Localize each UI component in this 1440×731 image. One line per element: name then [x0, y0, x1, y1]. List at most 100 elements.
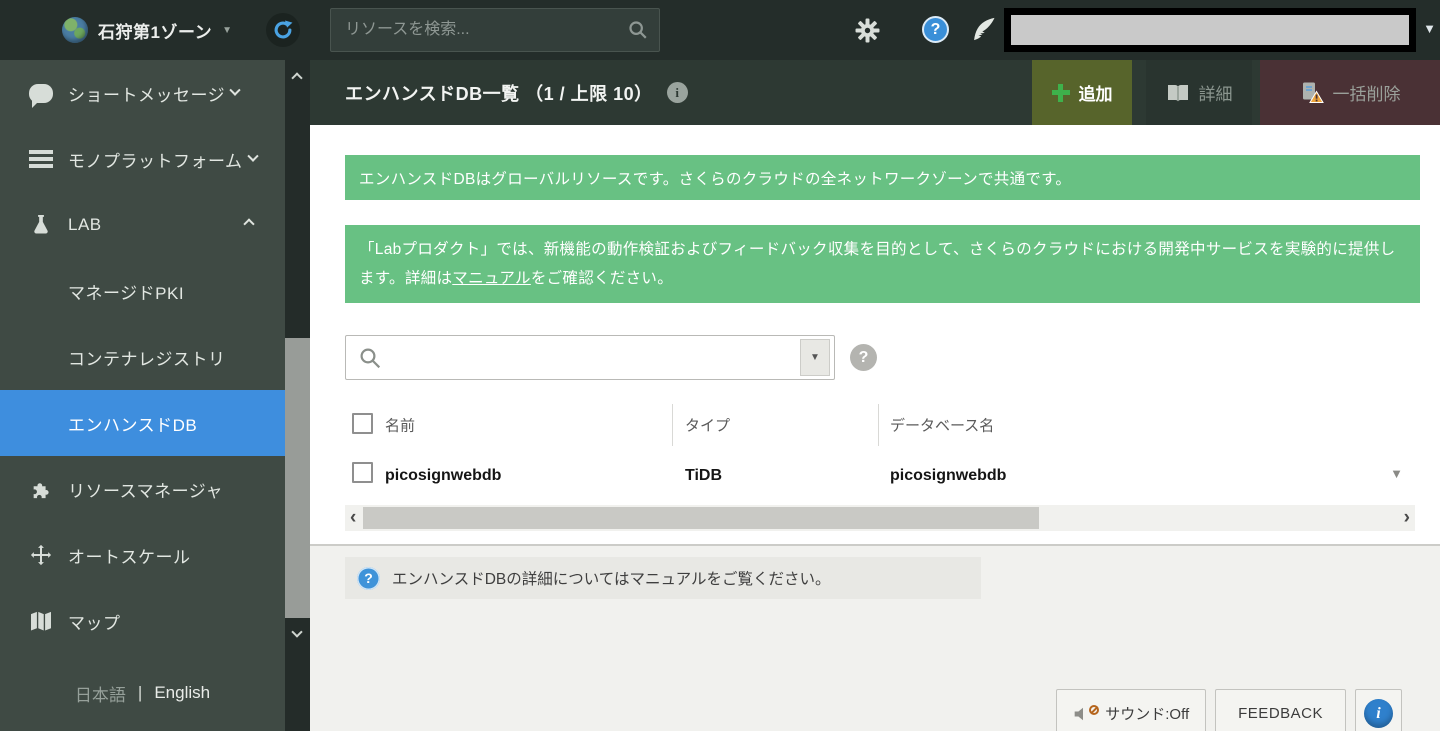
- detail-button[interactable]: 詳細: [1146, 60, 1252, 125]
- map-icon: [28, 611, 54, 631]
- puzzle-icon: [28, 478, 54, 500]
- sidebar-item-label: エンハンスドDB: [68, 411, 197, 436]
- main-content: エンハンスドDBはグローバルリソースです。さくらのクラウドの全ネットワークゾーン…: [310, 125, 1440, 731]
- question-glyph: ?: [931, 21, 941, 39]
- column-header-name: 名前: [385, 415, 415, 436]
- zone-selector[interactable]: 石狩第1ゾーン ▼: [62, 0, 232, 60]
- header-buttons: 追加 詳細 一括削除: [1032, 60, 1440, 125]
- chat-icon: [28, 84, 54, 103]
- sidebar-item-enhanced-db[interactable]: エンハンスドDB: [0, 390, 285, 456]
- help-icon: ?: [357, 567, 380, 590]
- cell-dbname: picosignwebdb: [890, 467, 1006, 485]
- sidebar-item-map[interactable]: マップ: [0, 588, 285, 654]
- row-checkbox[interactable]: [352, 462, 373, 483]
- flask-icon: [28, 214, 54, 236]
- refresh-button[interactable]: [266, 13, 300, 47]
- search-icon: [627, 19, 649, 41]
- filter-help-icon[interactable]: ?: [850, 344, 877, 371]
- sound-button-label: サウンド:Off: [1105, 703, 1189, 724]
- topbar: 石狩第1ゾーン ▼ ? ▼: [0, 0, 1440, 60]
- book-icon: [1166, 83, 1190, 103]
- scroll-left-icon[interactable]: ‹: [350, 506, 356, 530]
- select-all-checkbox[interactable]: [352, 413, 373, 434]
- table-header: 名前 タイプ データベース名: [345, 400, 1415, 450]
- sound-toggle-button[interactable]: サウンド:Off: [1056, 689, 1206, 731]
- detail-button-label: 詳細: [1199, 80, 1233, 105]
- page-title: エンハンスドDB一覧 （1 / 上限 10）: [345, 80, 653, 106]
- account-menu-caret[interactable]: ▼: [1423, 21, 1436, 36]
- question-glyph: ?: [364, 570, 373, 586]
- filter-dropdown-button[interactable]: ▼: [800, 339, 830, 376]
- refresh-icon: [272, 19, 294, 41]
- add-button[interactable]: 追加: [1032, 60, 1132, 125]
- globe-icon: [62, 17, 88, 43]
- sidebar-item-lab[interactable]: LAB: [0, 192, 285, 258]
- sidebar-item-container-registry[interactable]: コンテナレジストリ: [0, 324, 285, 390]
- list-filter-box: ▼: [345, 335, 835, 380]
- language-switcher: 日本語 | English: [0, 668, 285, 718]
- chevron-down-icon: [230, 85, 241, 96]
- sidebar-item-short-message[interactable]: ショートメッセージ: [0, 60, 285, 126]
- account-box-redacted[interactable]: [1004, 8, 1416, 52]
- help-icon[interactable]: ?: [922, 16, 949, 43]
- sidebar-item-label: コンテナレジストリ: [68, 345, 226, 370]
- sidebar-item-label: LAB: [68, 215, 102, 235]
- list-filter-input[interactable]: [386, 336, 786, 379]
- sidebar-item-autoscale[interactable]: オートスケール: [0, 522, 285, 588]
- move-arrows-icon: [28, 544, 54, 566]
- horizontal-scrollbar-thumb[interactable]: [363, 507, 1039, 529]
- global-resource-notice: エンハンスドDBはグローバルリソースです。さくらのクラウドの全ネットワークゾーン…: [345, 155, 1420, 200]
- info-button[interactable]: i: [1355, 689, 1402, 731]
- sidebar-item-label: オートスケール: [68, 543, 191, 568]
- scroll-up-icon[interactable]: [291, 72, 302, 83]
- notice-text: エンハンスドDBはグローバルリソースです。さくらのクラウドの全ネットワークゾーン…: [359, 167, 1071, 189]
- resource-search-input[interactable]: [331, 9, 659, 51]
- column-header-dbname: データベース名: [890, 415, 994, 436]
- manual-note: ? エンハンスドDBの詳細についてはマニュアルをご覧ください。: [345, 557, 981, 599]
- manual-link[interactable]: マニュアル: [452, 270, 531, 287]
- resource-search: [330, 8, 660, 52]
- sidebar-item-label: モノプラットフォーム: [68, 147, 243, 172]
- scroll-right-icon[interactable]: ›: [1404, 506, 1410, 530]
- speaker-muted-icon: [1073, 704, 1097, 724]
- sidebar-item-label: ショートメッセージ: [68, 81, 225, 106]
- question-glyph: ?: [859, 349, 869, 367]
- caret-down-icon: ▼: [810, 352, 820, 363]
- chevron-down-icon: [247, 151, 258, 162]
- sidebar-item-label: リソースマネージャ: [68, 477, 223, 502]
- sidebar-item-label: マネージドPKI: [68, 279, 184, 304]
- sidebar-item-managed-pki[interactable]: マネージドPKI: [0, 258, 285, 324]
- sidebar-scrollbar[interactable]: [285, 60, 310, 731]
- sidebar-item-label: マップ: [68, 609, 121, 634]
- horizontal-scrollbar[interactable]: ‹ ›: [345, 505, 1415, 531]
- sidebar: ショートメッセージ モノプラットフォーム LAB マネージドPKI コンテナレジ…: [0, 60, 285, 731]
- lab-product-notice: 「Labプロダクト」では、新機能の動作検証およびフィードバック収集を目的として、…: [345, 225, 1420, 303]
- notice-text: をご確認ください。: [531, 270, 673, 287]
- row-actions-caret[interactable]: ▼: [1390, 466, 1403, 481]
- column-divider: [672, 404, 673, 446]
- sidebar-item-mono-platform[interactable]: モノプラットフォーム: [0, 126, 285, 192]
- language-en-link[interactable]: English: [154, 683, 210, 703]
- content-header: エンハンスドDB一覧 （1 / 上限 10） i 追加 詳細 一括削除: [310, 60, 1440, 125]
- feather-icon[interactable]: [970, 15, 998, 43]
- sidebar-item-resource-manager[interactable]: リソースマネージャ: [0, 456, 285, 522]
- cell-type: TiDB: [685, 467, 722, 485]
- bulk-delete-button[interactable]: 一括削除: [1260, 60, 1440, 125]
- search-icon: [358, 346, 382, 370]
- chevron-up-icon: [243, 218, 254, 229]
- zone-label: 石狩第1ゾーン: [98, 18, 212, 43]
- list-icon: [28, 150, 54, 168]
- info-icon: i: [1364, 699, 1393, 728]
- sidebar-scrollbar-thumb[interactable]: [285, 338, 310, 618]
- language-ja-link[interactable]: 日本語: [75, 681, 126, 706]
- feedback-button[interactable]: FEEDBACK: [1215, 689, 1346, 731]
- table-row[interactable]: picosignwebdb TiDB picosignwebdb ▼: [345, 450, 1415, 502]
- add-button-label: 追加: [1079, 80, 1113, 105]
- feedback-button-label: FEEDBACK: [1238, 705, 1323, 722]
- scroll-down-icon[interactable]: [291, 626, 302, 637]
- plus-icon: [1052, 84, 1070, 102]
- bulk-delete-button-label: 一括削除: [1333, 80, 1401, 105]
- info-icon[interactable]: i: [667, 82, 688, 103]
- gear-icon[interactable]: [855, 18, 880, 43]
- account-box-inner: [1011, 15, 1409, 45]
